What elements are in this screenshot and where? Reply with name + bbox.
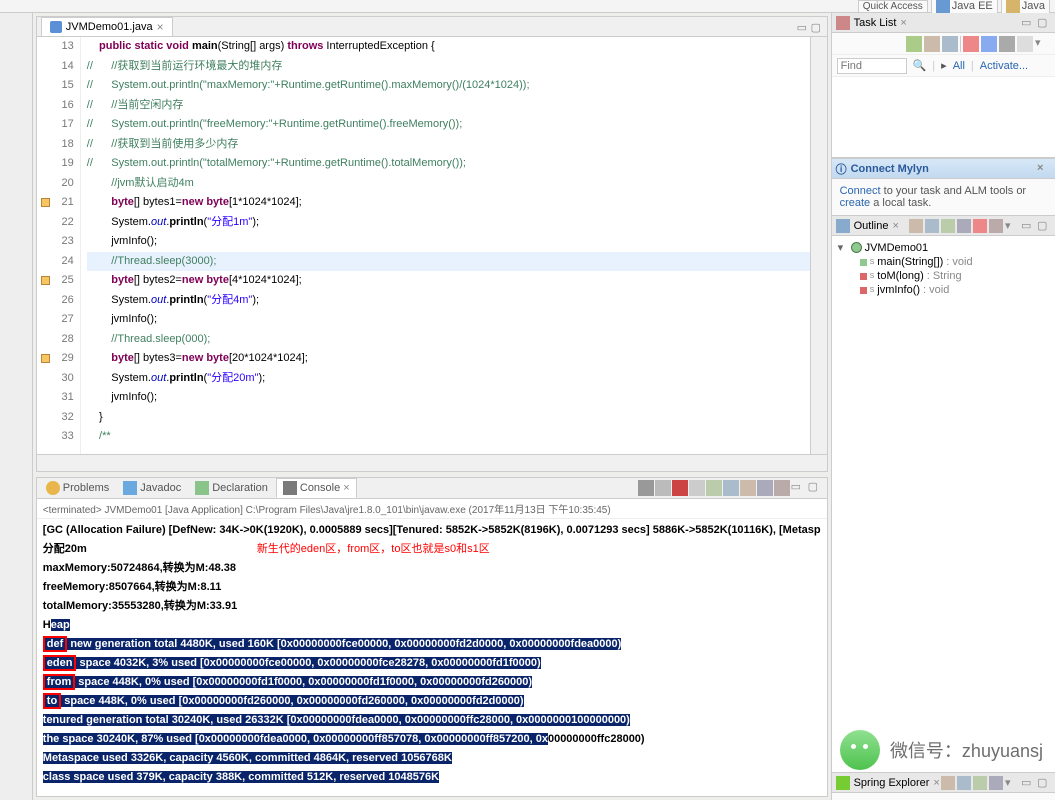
console-switch-icon[interactable] <box>757 480 773 496</box>
maximize-icon[interactable]: ▢ <box>1037 16 1051 30</box>
new-task-icon[interactable] <box>906 36 922 52</box>
connect-mylyn-view: ⓘ Connect Mylyn × Connect to your task a… <box>832 158 1055 216</box>
vertical-scrollbar[interactable] <box>810 37 827 454</box>
schedule-icon[interactable] <box>942 36 958 52</box>
maximize-view-icon[interactable]: ▢ <box>808 480 824 496</box>
maximize-icon[interactable]: ▢ <box>811 21 823 33</box>
maximize-icon[interactable]: ▢ <box>1037 219 1051 233</box>
hide-static-icon[interactable] <box>941 219 955 233</box>
console-pane: Problems Javadoc Declaration Console × ▭ <box>36 477 828 797</box>
info-icon: ⓘ <box>836 161 847 177</box>
connect-link[interactable]: Connect <box>840 185 881 197</box>
menu-icon[interactable]: ▾ <box>1035 36 1051 52</box>
remove-all-icon[interactable] <box>655 480 671 496</box>
horizontal-scrollbar[interactable] <box>37 454 827 471</box>
console-output[interactable]: [GC (Allocation Failure) [DefNew: 34K->0… <box>37 519 827 796</box>
tab-declaration[interactable]: Declaration <box>189 479 274 497</box>
top-toolbar: Quick Access Java EE Java <box>0 0 1055 13</box>
hide-icon[interactable] <box>1017 36 1033 52</box>
menu-icon[interactable]: ▾ <box>1005 219 1019 233</box>
left-sidebar <box>0 13 33 800</box>
task-list-view: Task List × ▭▢ ▾ 🔍 | ▸ All | Activ <box>832 13 1055 158</box>
editor-pane: JVMDemo01.java × ▭ ▢ 1314151617181920212… <box>36 16 828 472</box>
minimize-icon[interactable]: ▭ <box>1021 219 1035 233</box>
close-icon[interactable]: × <box>157 20 164 34</box>
all-link[interactable]: All <box>953 60 965 72</box>
focus-icon[interactable] <box>973 219 987 233</box>
perspective-javaee[interactable]: Java EE <box>931 0 998 14</box>
sort-icon[interactable] <box>909 219 923 233</box>
panel-title: Outline <box>854 220 889 232</box>
open-console-icon[interactable] <box>774 480 790 496</box>
spring-explorer-view: Spring Explorer × ▾ ▭ ▢ <box>832 772 1055 800</box>
editor-tab[interactable]: JVMDemo01.java × <box>41 17 173 36</box>
clear-icon[interactable] <box>689 480 705 496</box>
hide-nonpublic-icon[interactable] <box>957 219 971 233</box>
panel-title: Spring Explorer <box>854 777 930 789</box>
collapse-icon[interactable] <box>973 776 987 790</box>
editor-tab-label: JVMDemo01.java <box>66 21 153 33</box>
outline-icon <box>836 219 850 233</box>
perspective-java[interactable]: Java <box>1001 0 1050 14</box>
spring-icon <box>836 776 850 790</box>
hide-fields-icon[interactable] <box>925 219 939 233</box>
link-icon[interactable] <box>989 219 1003 233</box>
minimize-view-icon[interactable]: ▭ <box>791 480 807 496</box>
close-icon[interactable]: × <box>1037 162 1051 176</box>
panel-title: Connect Mylyn <box>851 163 929 175</box>
minimize-icon[interactable]: ▭ <box>1021 776 1035 790</box>
collapse-icon[interactable] <box>999 36 1015 52</box>
minimize-icon[interactable]: ▭ <box>797 21 809 33</box>
tab-problems[interactable]: Problems <box>40 479 115 497</box>
java-file-icon <box>50 21 62 33</box>
quick-access-button[interactable]: Quick Access <box>858 0 928 13</box>
find-input[interactable] <box>837 58 907 74</box>
menu-icon[interactable]: ▾ <box>1005 776 1019 790</box>
minimize-icon[interactable]: ▭ <box>1021 16 1035 30</box>
create-link[interactable]: create <box>840 197 871 209</box>
link-icon[interactable] <box>957 776 971 790</box>
outline-view: Outline × ▾ ▭ ▢ ▾ JVMDemo01S main(String… <box>832 216 1055 772</box>
synchronize-icon[interactable] <box>981 36 997 52</box>
remove-launch-icon[interactable] <box>638 480 654 496</box>
maximize-icon[interactable]: ▢ <box>1037 776 1051 790</box>
search-icon[interactable]: 🔍 <box>913 59 927 72</box>
display-icon[interactable] <box>740 480 756 496</box>
tab-javadoc[interactable]: Javadoc <box>117 479 187 497</box>
tasklist-icon <box>836 16 850 30</box>
focus-icon[interactable] <box>963 36 979 52</box>
tab-console[interactable]: Console × <box>276 478 357 498</box>
props-icon[interactable] <box>989 776 1003 790</box>
console-status: <terminated> JVMDemo01 [Java Application… <box>37 499 827 519</box>
filter-icon[interactable] <box>941 776 955 790</box>
pin-icon[interactable] <box>723 480 739 496</box>
categorize-icon[interactable] <box>924 36 940 52</box>
scroll-lock-icon[interactable] <box>706 480 722 496</box>
activate-link[interactable]: Activate... <box>980 60 1028 72</box>
panel-title: Task List <box>854 17 897 29</box>
code-area[interactable]: 1314151617181920212223242526272829303132… <box>37 37 827 454</box>
terminate-icon[interactable] <box>672 480 688 496</box>
